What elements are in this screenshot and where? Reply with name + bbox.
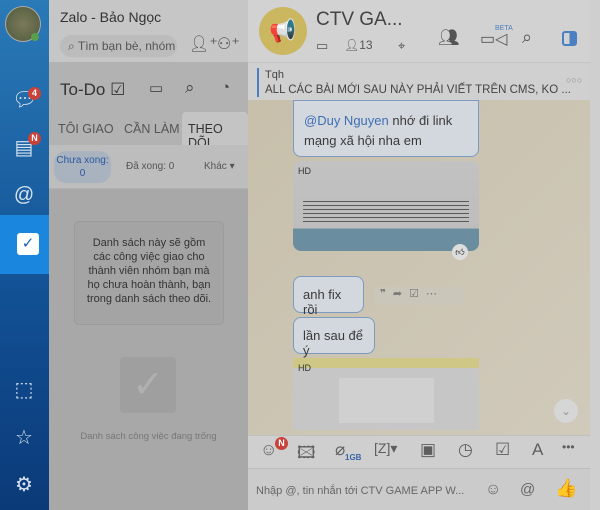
image-message[interactable]: HD xyxy=(293,161,479,251)
create-todo-icon[interactable]: ☑ xyxy=(409,288,426,300)
image-icon[interactable]: 🖾 xyxy=(297,440,316,469)
mention-button-icon[interactable]: @ xyxy=(520,481,535,498)
star-icon[interactable]: ☆ xyxy=(12,426,36,450)
more-icon[interactable]: ○○○ xyxy=(566,75,582,85)
board-icon[interactable]: ▭ xyxy=(316,38,328,54)
sidebar: 💬︎ 4 ▤ N @ ✓ ⬚ ☆ ⚙ xyxy=(0,0,59,510)
toggle-sidebar-icon[interactable] xyxy=(562,31,577,46)
contacts-badge: N xyxy=(28,132,41,145)
message-bubble[interactable]: anh fix rồi xyxy=(293,276,364,317)
message-input-area: Nhập @, tin nhắn tới CTV GAME APP W... ☺… xyxy=(248,468,590,510)
filter-done[interactable]: Đã xong: 0 xyxy=(126,161,174,172)
contact-card-icon[interactable]: ▣ xyxy=(420,440,436,460)
more-tools-icon[interactable]: ••• xyxy=(562,440,575,454)
search-box[interactable]: ⌕ Tìm bạn bè, nhóm xyxy=(60,35,177,57)
settings-icon[interactable]: ⚙ xyxy=(12,473,36,497)
todo-title: To-Do ☑ xyxy=(60,80,126,99)
stats-icon[interactable]: ◔ xyxy=(221,79,230,96)
search-chat-icon[interactable]: ⌕ xyxy=(522,27,532,48)
mention[interactable]: @Duy Nguyen xyxy=(304,113,389,128)
screenshot-icon[interactable]: ⬚ xyxy=(12,378,36,402)
filter-pending[interactable]: Chưa xong: 0 xyxy=(54,151,111,183)
member-icon: 👤︎ xyxy=(344,38,360,52)
sticker-badge: N xyxy=(275,437,288,450)
forward-icon[interactable]: ➦ xyxy=(393,288,409,300)
chat-list-icon[interactable]: ▭ xyxy=(149,79,163,97)
message-input[interactable]: Nhập @, tin nhắn tới CTV GAME APP W... xyxy=(256,485,464,497)
tab-can-lam[interactable]: CẦN LÀM xyxy=(124,122,180,136)
todo-content: Danh sách này sẽ gồm các công việc giao … xyxy=(49,189,248,510)
right-edge xyxy=(590,0,600,510)
video-call-icon[interactable]: ▭◁ xyxy=(480,29,507,49)
reminder-icon[interactable]: ◷ xyxy=(458,440,473,460)
add-member-icon[interactable]: 👥︎ xyxy=(438,28,460,48)
chat-panel: 📢 CTV GA... ▭ 👤︎13 ⌖ 👥︎ ▭◁ BETA ⌕ Tqh AL… xyxy=(248,0,590,510)
hd-badge: HD xyxy=(298,363,311,373)
thumbs-up-icon[interactable]: 👍 xyxy=(555,478,577,499)
left-panel: Zalo - Bảo Ngọc ⌕ Tìm bạn bè, nhóm 👤︎⁺ ⚇… xyxy=(49,0,248,510)
scroll-down-button[interactable]: ⌄ xyxy=(554,399,578,423)
beta-badge: BETA xyxy=(495,25,513,32)
mention-icon[interactable]: @ xyxy=(12,183,36,207)
search-todo-icon[interactable]: ⌕ xyxy=(185,78,195,98)
todo-icon: ✓ xyxy=(17,233,39,255)
filter-bar: Chưa xong: 0 Đã xong: 0 Khác ▾ xyxy=(49,145,248,188)
create-group-icon[interactable]: ⚇⁺ xyxy=(217,34,240,54)
tab-theo-doi[interactable]: THEO DÕI xyxy=(182,112,248,150)
message-actions: ❞➦☑⋯ xyxy=(374,287,464,305)
file-size-label: 1GB xyxy=(345,453,362,462)
empty-text: Danh sách công việc đang trống xyxy=(80,431,217,442)
hd-badge: HD xyxy=(298,166,311,176)
assign-todo-icon[interactable]: ☑ xyxy=(495,440,510,460)
filter-other[interactable]: Khác ▾ xyxy=(204,161,235,172)
app-title: Zalo - Bảo Ngọc xyxy=(60,9,162,25)
screenshot-tool-icon[interactable]: [Z]▾ xyxy=(374,440,397,457)
pinned-message[interactable]: Tqh ALL CÁC BÀI MỚI SAU NÀY PHẢI VIẾT TR… xyxy=(248,62,590,100)
search-icon: ⌕ xyxy=(68,39,75,53)
pinned-text: ALL CÁC BÀI MỚI SAU NÀY PHẢI VIẾT TRÊN C… xyxy=(265,84,571,96)
online-indicator xyxy=(31,33,39,41)
group-avatar[interactable]: 📢 xyxy=(259,7,307,55)
messages-badge: 4 xyxy=(28,87,41,100)
pinned-author: Tqh xyxy=(265,69,284,81)
quote-icon[interactable]: ❞ xyxy=(380,288,393,300)
tab-toi-giao[interactable]: TÔI GIAO xyxy=(58,122,114,136)
group-title: CTV GA... xyxy=(316,9,403,30)
info-box: Danh sách này sẽ gồm các công việc giao … xyxy=(74,221,224,325)
app-header: Zalo - Bảo Ngọc ⌕ Tìm bạn bè, nhóm 👤︎⁺ ⚇… xyxy=(49,0,248,62)
format-text-icon[interactable]: A xyxy=(532,440,543,460)
chat-header: 📢 CTV GA... ▭ 👤︎13 ⌖ 👥︎ ▭◁ BETA ⌕ xyxy=(248,0,590,62)
search-input[interactable]: Tìm bạn bè, nhóm xyxy=(78,39,175,53)
edit-todo-icon[interactable]: ☑ xyxy=(110,80,125,99)
members[interactable]: 👤︎13 xyxy=(344,38,373,52)
chevron-down-icon: ▾ xyxy=(229,161,235,172)
more-icon[interactable]: ⋯ xyxy=(426,288,444,300)
attach-icon[interactable]: ⌀ xyxy=(335,440,345,460)
add-friend-icon[interactable]: 👤︎⁺ xyxy=(189,34,218,54)
empty-check-icon: ✓ xyxy=(120,357,176,413)
message-bubble[interactable]: lần sau để ý xyxy=(293,317,375,358)
like-icon[interactable]: 👍︎ xyxy=(452,244,468,260)
message-bubble[interactable]: @Duy Nguyen nhớ đi link mạng xã hội nha … xyxy=(293,100,479,157)
image-message[interactable]: HD xyxy=(293,358,479,430)
emoji-icon[interactable]: ☺ xyxy=(485,481,501,499)
tag-icon[interactable]: ⌖ xyxy=(398,38,405,54)
